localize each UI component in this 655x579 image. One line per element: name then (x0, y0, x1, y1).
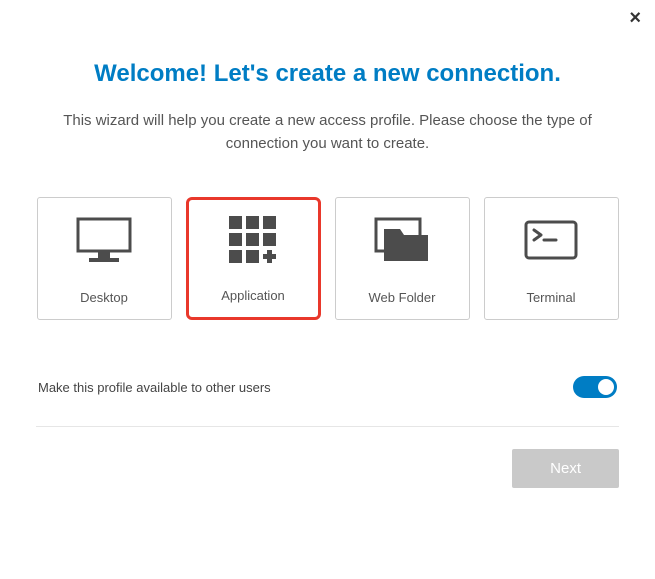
share-profile-toggle[interactable] (573, 376, 617, 398)
share-profile-row: Make this profile available to other use… (36, 376, 619, 398)
close-icon[interactable]: × (629, 8, 641, 28)
next-button[interactable]: Next (512, 449, 619, 488)
toggle-knob (598, 379, 614, 395)
option-terminal-label: Terminal (526, 290, 575, 305)
wizard-body: Welcome! Let's create a new connection. … (0, 0, 655, 427)
webfolder-icon (336, 198, 469, 272)
option-desktop[interactable]: Desktop (37, 197, 172, 320)
option-webfolder[interactable]: Web Folder (335, 197, 470, 320)
option-application[interactable]: Application (186, 197, 321, 320)
page-title: Welcome! Let's create a new connection. (36, 60, 619, 88)
share-profile-label: Make this profile available to other use… (38, 380, 271, 395)
application-icon (189, 200, 318, 270)
option-terminal[interactable]: Terminal (484, 197, 619, 320)
terminal-icon (485, 198, 618, 272)
option-desktop-label: Desktop (80, 290, 128, 305)
wizard-footer: Next (0, 427, 655, 488)
page-subtitle: This wizard will help you create a new a… (36, 110, 619, 155)
option-webfolder-label: Web Folder (369, 290, 436, 305)
desktop-icon (38, 198, 171, 272)
connection-type-options: Desktop Application (36, 197, 619, 320)
option-application-label: Application (221, 288, 285, 303)
